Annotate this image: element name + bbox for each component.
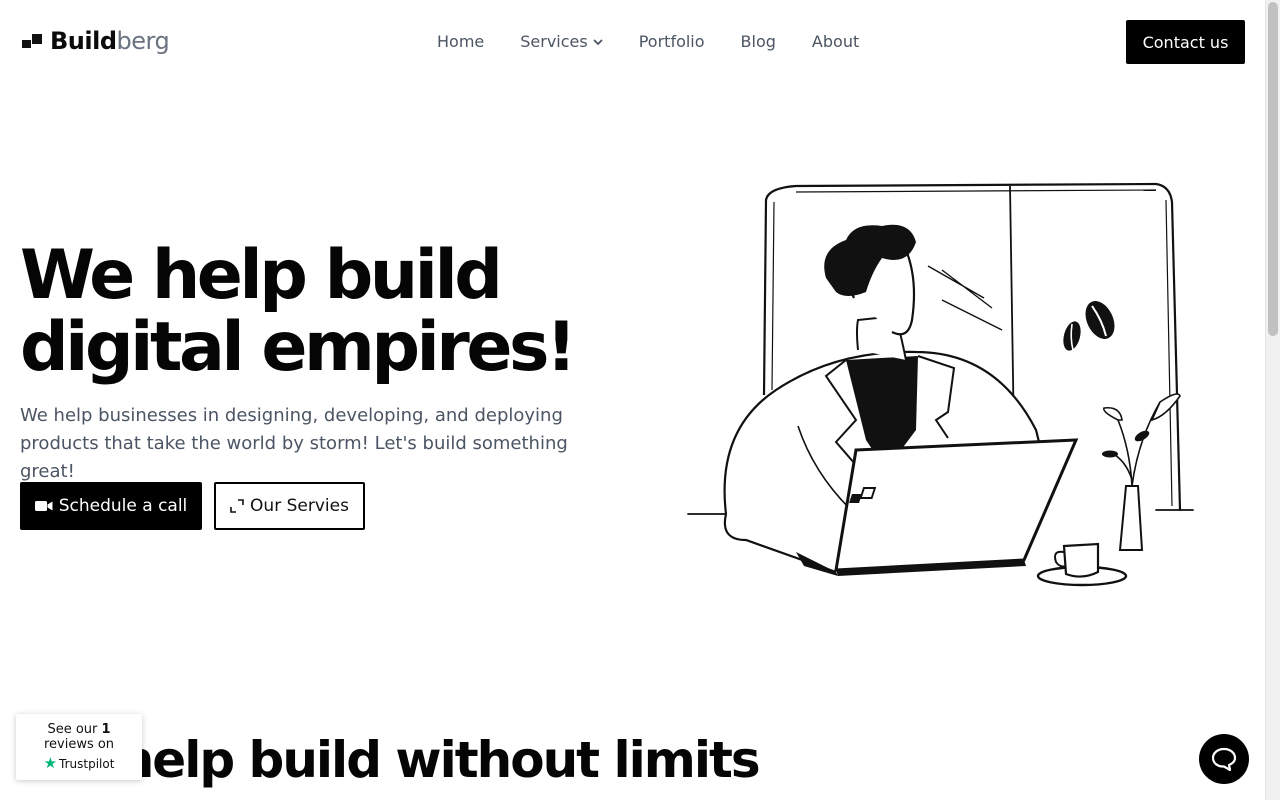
hero-subtitle: We help businesses in designing, develop… bbox=[20, 405, 568, 482]
trustpilot-text-line1: See our 1 bbox=[16, 722, 142, 737]
hero-title-line-1: We help build bbox=[20, 236, 503, 315]
site-header: Buildberg Home Services Portfolio Blog A… bbox=[0, 0, 1265, 84]
trustpilot-brand-name: Trustpilot bbox=[59, 756, 115, 771]
brand-name-strong: Build bbox=[50, 27, 117, 55]
trustpilot-brand: ★ Trustpilot bbox=[16, 756, 142, 771]
hero-title: We help build digital empires! bbox=[20, 240, 640, 384]
nav-item-portfolio[interactable]: Portfolio bbox=[639, 30, 705, 54]
schedule-call-button[interactable]: Schedule a call bbox=[20, 482, 202, 530]
nav-item-services-label: Services bbox=[520, 32, 588, 51]
page-scrollbar[interactable] bbox=[1265, 0, 1280, 800]
contact-us-button[interactable]: Contact us bbox=[1126, 20, 1245, 64]
hero-title-line-2: digital empires! bbox=[20, 308, 577, 387]
nav-item-about[interactable]: About bbox=[812, 30, 859, 54]
logo-mark-icon bbox=[22, 33, 43, 49]
scrollbar-thumb[interactable] bbox=[1268, 2, 1278, 336]
trustpilot-suffix: reviews on bbox=[43, 737, 115, 752]
hero-illustration bbox=[687, 182, 1194, 587]
schedule-call-label: Schedule a call bbox=[58, 496, 188, 516]
trustpilot-count: 1 bbox=[101, 722, 111, 737]
main-nav: Home Services Portfolio Blog About bbox=[437, 30, 895, 54]
chat-launcher-button[interactable] bbox=[1199, 734, 1249, 784]
trustpilot-widget[interactable]: See our 1 reviews on ★ Trustpilot bbox=[16, 714, 142, 780]
brand-name: Buildberg bbox=[50, 27, 170, 55]
chat-bubble-icon bbox=[1211, 747, 1237, 771]
nav-item-blog[interactable]: Blog bbox=[741, 30, 776, 54]
nav-item-services[interactable]: Services bbox=[520, 30, 603, 54]
expand-icon bbox=[230, 499, 244, 513]
our-services-label: Our Servies bbox=[250, 496, 349, 516]
chevron-down-icon bbox=[593, 39, 603, 45]
our-services-button[interactable]: Our Servies bbox=[214, 482, 365, 530]
video-camera-icon bbox=[34, 500, 53, 512]
brand-logo[interactable]: Buildberg bbox=[22, 27, 170, 55]
trustpilot-prefix: See our bbox=[47, 722, 98, 737]
nav-item-home[interactable]: Home bbox=[437, 30, 484, 54]
brand-name-light: berg bbox=[116, 27, 170, 55]
star-icon: ★ bbox=[43, 754, 58, 772]
